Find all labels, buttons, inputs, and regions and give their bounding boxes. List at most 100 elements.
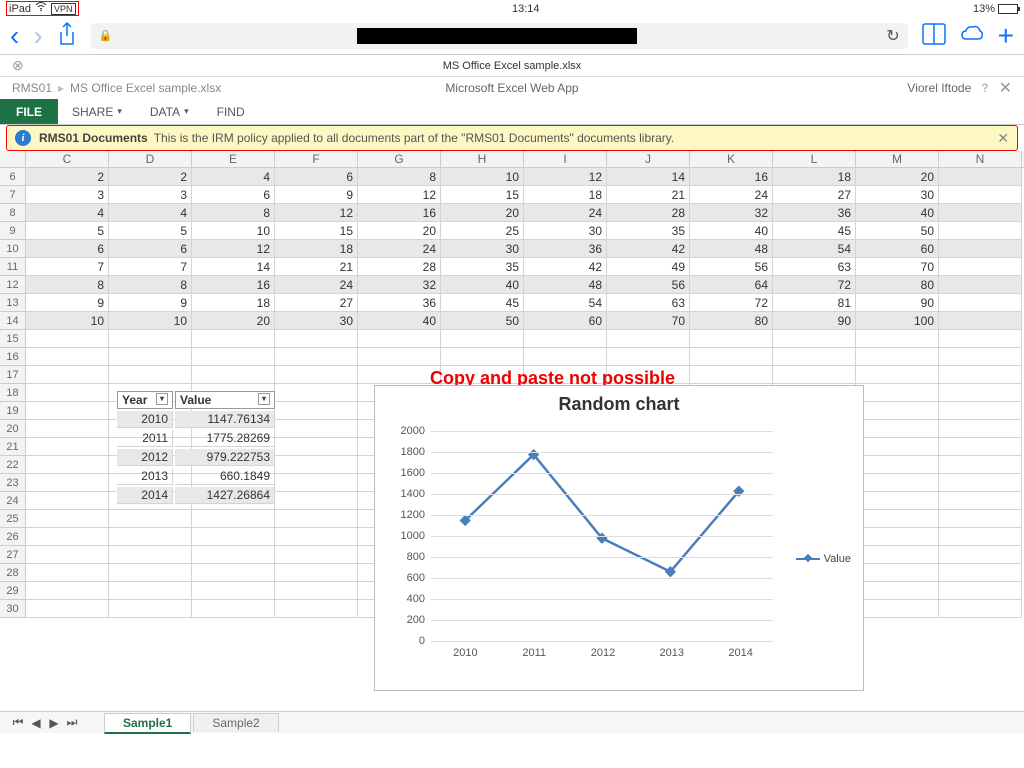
row-header[interactable]: 26 bbox=[0, 528, 26, 546]
col-header[interactable]: N bbox=[939, 151, 1022, 167]
cell[interactable]: 2 bbox=[26, 168, 109, 186]
cell[interactable]: 12 bbox=[358, 186, 441, 204]
cell[interactable] bbox=[607, 330, 690, 348]
cell[interactable] bbox=[275, 582, 358, 600]
cell[interactable] bbox=[275, 564, 358, 582]
cell[interactable]: 14 bbox=[192, 258, 275, 276]
cell[interactable] bbox=[358, 366, 441, 384]
sheet-tab-sample2[interactable]: Sample2 bbox=[193, 713, 278, 732]
cell[interactable]: 6 bbox=[109, 240, 192, 258]
cell[interactable]: 6 bbox=[192, 186, 275, 204]
cell[interactable]: 10 bbox=[109, 312, 192, 330]
cell[interactable] bbox=[275, 528, 358, 546]
cell[interactable]: 30 bbox=[441, 240, 524, 258]
cell[interactable]: 30 bbox=[524, 222, 607, 240]
cell[interactable]: 80 bbox=[856, 276, 939, 294]
sheet-nav-last[interactable]: ⏭ bbox=[64, 715, 80, 730]
cell[interactable] bbox=[192, 564, 275, 582]
row-header[interactable]: 21 bbox=[0, 438, 26, 456]
cell[interactable]: 25 bbox=[441, 222, 524, 240]
cell[interactable]: 9 bbox=[109, 294, 192, 312]
cell[interactable]: 49 bbox=[607, 258, 690, 276]
cell[interactable]: 54 bbox=[524, 294, 607, 312]
cell[interactable]: 36 bbox=[524, 240, 607, 258]
row-header[interactable]: 13 bbox=[0, 294, 26, 312]
cell[interactable] bbox=[856, 420, 939, 438]
cell[interactable]: 10 bbox=[441, 168, 524, 186]
cell[interactable]: 6 bbox=[275, 168, 358, 186]
cell[interactable] bbox=[939, 510, 1022, 528]
cell[interactable] bbox=[856, 456, 939, 474]
cell[interactable] bbox=[856, 402, 939, 420]
cell[interactable]: 28 bbox=[607, 204, 690, 222]
row-header[interactable]: 28 bbox=[0, 564, 26, 582]
col-header[interactable]: C bbox=[26, 151, 109, 167]
cell[interactable] bbox=[109, 348, 192, 366]
cell[interactable]: 12 bbox=[524, 168, 607, 186]
row-header[interactable]: 16 bbox=[0, 348, 26, 366]
mini-header[interactable]: Value▾ bbox=[175, 391, 275, 409]
cell[interactable] bbox=[275, 510, 358, 528]
share-button[interactable] bbox=[57, 22, 77, 49]
cell[interactable]: 64 bbox=[690, 276, 773, 294]
reload-button[interactable]: ↻ bbox=[886, 26, 899, 46]
col-header[interactable]: F bbox=[275, 151, 358, 167]
cell[interactable] bbox=[939, 582, 1022, 600]
cell[interactable]: 35 bbox=[607, 222, 690, 240]
cell[interactable] bbox=[690, 348, 773, 366]
sheet-tab-sample1[interactable]: Sample1 bbox=[104, 713, 191, 734]
cell[interactable] bbox=[939, 438, 1022, 456]
cell[interactable] bbox=[275, 330, 358, 348]
cell[interactable] bbox=[26, 384, 109, 402]
cell[interactable]: 7 bbox=[26, 258, 109, 276]
cell[interactable]: 72 bbox=[773, 276, 856, 294]
cell[interactable] bbox=[856, 564, 939, 582]
cell[interactable] bbox=[690, 330, 773, 348]
notice-close-button[interactable]: ✕ bbox=[997, 130, 1009, 147]
close-tab-button[interactable]: ⊗ bbox=[12, 57, 24, 74]
cell[interactable]: 72 bbox=[690, 294, 773, 312]
cell[interactable]: 81 bbox=[773, 294, 856, 312]
col-header[interactable]: D bbox=[109, 151, 192, 167]
cell[interactable]: 10 bbox=[192, 222, 275, 240]
row-header[interactable]: 15 bbox=[0, 330, 26, 348]
cell[interactable]: 45 bbox=[773, 222, 856, 240]
row-header[interactable]: 25 bbox=[0, 510, 26, 528]
cell[interactable]: 80 bbox=[690, 312, 773, 330]
cell[interactable]: 18 bbox=[524, 186, 607, 204]
cell[interactable] bbox=[939, 528, 1022, 546]
cell[interactable] bbox=[275, 366, 358, 384]
cell[interactable] bbox=[26, 456, 109, 474]
cell[interactable] bbox=[441, 330, 524, 348]
cell[interactable]: 21 bbox=[275, 258, 358, 276]
cell[interactable] bbox=[109, 366, 192, 384]
cell[interactable]: 15 bbox=[275, 222, 358, 240]
cell[interactable]: 20 bbox=[358, 222, 441, 240]
row-header[interactable]: 20 bbox=[0, 420, 26, 438]
row-header[interactable]: 6 bbox=[0, 168, 26, 186]
cell[interactable] bbox=[275, 492, 358, 510]
cell[interactable]: 24 bbox=[275, 276, 358, 294]
cell[interactable]: 5 bbox=[109, 222, 192, 240]
cell[interactable]: 18 bbox=[192, 294, 275, 312]
random-chart[interactable]: Random chart 020040060080010001200140016… bbox=[374, 385, 864, 691]
breadcrumb-file[interactable]: MS Office Excel sample.xlsx bbox=[70, 81, 221, 95]
cell[interactable] bbox=[109, 600, 192, 618]
cell[interactable]: 4 bbox=[109, 204, 192, 222]
row-header[interactable]: 29 bbox=[0, 582, 26, 600]
cell[interactable] bbox=[939, 600, 1022, 618]
cell[interactable] bbox=[939, 294, 1022, 312]
cell[interactable]: 30 bbox=[856, 186, 939, 204]
cell[interactable] bbox=[26, 420, 109, 438]
col-header[interactable]: I bbox=[524, 151, 607, 167]
cell[interactable]: 48 bbox=[524, 276, 607, 294]
cell[interactable] bbox=[275, 474, 358, 492]
cell[interactable] bbox=[275, 456, 358, 474]
cell[interactable] bbox=[441, 348, 524, 366]
user-name[interactable]: Viorel Iftode bbox=[907, 81, 971, 95]
cell[interactable]: 12 bbox=[275, 204, 358, 222]
cell[interactable]: 90 bbox=[856, 294, 939, 312]
cell[interactable] bbox=[26, 330, 109, 348]
cell[interactable]: 3 bbox=[26, 186, 109, 204]
cell[interactable] bbox=[26, 438, 109, 456]
